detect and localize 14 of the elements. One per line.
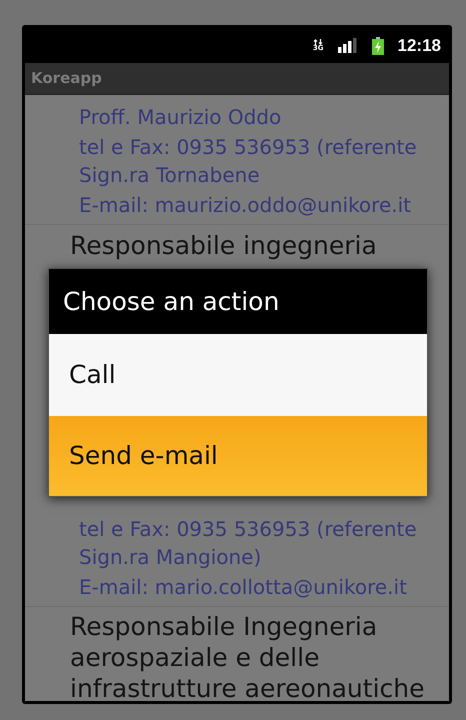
list-heading[interactable]: Responsabile ingegneria	[70, 230, 377, 261]
contact-detail: E-mail: maurizio.oddo@unikore.it	[79, 192, 412, 219]
contact-detail: Proff. Maurizio Oddo	[79, 104, 282, 131]
contact-detail: tel e Fax: 0935 536953 (referente Sign.ra Tornabene	[79, 134, 418, 189]
clock-time: 12:18	[398, 34, 441, 57]
list-heading[interactable]: Responsabile Ingegneria aerospaziale e delle infrastrutture aereonautiche	[70, 611, 447, 701]
action-option[interactable]: Call	[49, 334, 427, 416]
action-option[interactable]: Send e-mail	[49, 416, 427, 496]
signal-icon	[338, 38, 358, 53]
contact-detail: tel e Fax: 0935 536953 (referente Sign.ra Mangione)	[79, 516, 418, 571]
app-title: Koreapp	[31, 68, 102, 90]
dialog-title: Choose an action	[63, 286, 280, 318]
battery-charging-icon	[372, 36, 384, 54]
contact-detail: E-mail: mario.collotta@unikore.it	[79, 574, 408, 601]
